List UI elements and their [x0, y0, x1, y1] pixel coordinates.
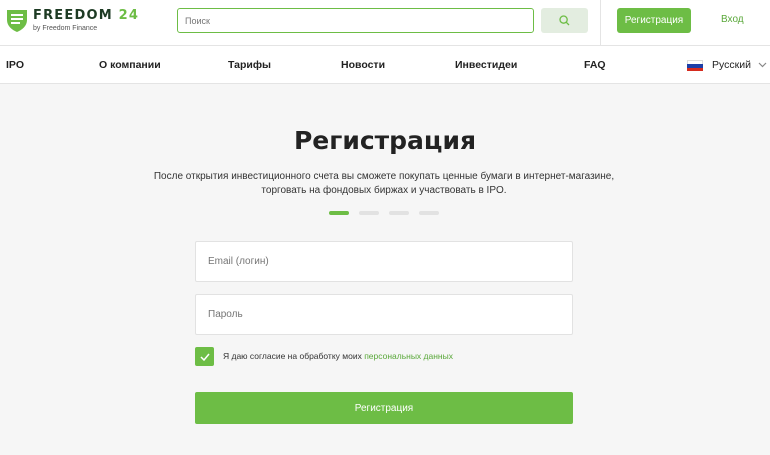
- consent-checkbox[interactable]: [195, 347, 214, 366]
- search-icon: [559, 15, 570, 26]
- nav-item-news[interactable]: Новости: [341, 59, 385, 71]
- page-subtitle: После открытия инвестиционного счета вы …: [153, 171, 615, 196]
- main-nav: IPO О компании Тарифы Новости Инвестидеи…: [0, 46, 770, 84]
- shield-logo-icon: [7, 10, 27, 32]
- logo[interactable]: FREEDOM 24 by Freedom Finance: [6, 9, 139, 33]
- register-button[interactable]: Регистрация: [617, 8, 691, 33]
- submit-registration-button[interactable]: Регистрация: [195, 392, 573, 424]
- step-1: [329, 211, 349, 215]
- step-3: [389, 211, 409, 215]
- language-selector[interactable]: Русский: [687, 58, 767, 71]
- chevron-down-icon: [758, 62, 767, 67]
- nav-item-ideas[interactable]: Инвестидеи: [455, 59, 517, 71]
- nav-item-about[interactable]: О компании: [99, 59, 161, 71]
- consent-text: Я даю согласие на обработку моих персона…: [223, 351, 453, 361]
- page-title: Регистрация: [293, 126, 477, 155]
- logo-subtitle: by Freedom Finance: [33, 25, 98, 32]
- step-2: [359, 211, 379, 215]
- header: FREEDOM 24 by Freedom Finance Регистраци…: [0, 0, 770, 46]
- password-field[interactable]: [195, 294, 573, 335]
- email-field[interactable]: [195, 241, 573, 282]
- personal-data-link[interactable]: персональных данных: [364, 351, 453, 361]
- check-icon: [199, 353, 210, 361]
- russia-flag-icon: [687, 60, 703, 71]
- header-divider: [600, 0, 601, 46]
- nav-item-faq[interactable]: FAQ: [584, 59, 606, 71]
- nav-item-tariffs[interactable]: Тарифы: [228, 59, 271, 71]
- login-link[interactable]: Вход: [721, 14, 744, 25]
- language-label: Русский: [712, 58, 751, 71]
- step-4: [419, 211, 439, 215]
- search-button[interactable]: [541, 8, 588, 33]
- nav-item-ipo[interactable]: IPO: [6, 59, 24, 71]
- search-input[interactable]: [177, 8, 534, 33]
- logo-title: FREEDOM 24: [33, 8, 140, 23]
- step-indicator: [329, 211, 449, 215]
